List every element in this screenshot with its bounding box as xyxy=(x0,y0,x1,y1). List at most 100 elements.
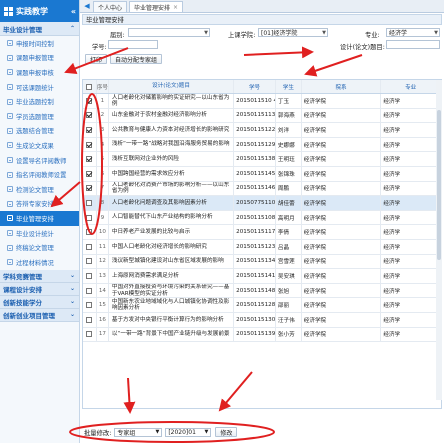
table-row[interactable]: 16 基于方发对中央银行平衡计算行为的影响分析 20150115130 汪子伟 经济学院… xyxy=(83,312,441,328)
row-checkbox-cell[interactable] xyxy=(83,225,97,239)
table-row[interactable]: 13 上海原网消费需求满足分析 20150115141 吴安琪 经济学院 经济学 xyxy=(83,269,441,284)
college-select[interactable]: [01]经济学院 ▼ xyxy=(258,28,328,37)
row-checkbox[interactable] xyxy=(86,243,93,250)
row-major: 经济学 xyxy=(381,327,441,342)
topic-input[interactable] xyxy=(386,40,440,49)
row-checkbox[interactable] xyxy=(86,229,93,236)
row-checkbox-cell[interactable] xyxy=(83,327,97,342)
col-header-major[interactable]: 专业 xyxy=(381,80,441,93)
table-row[interactable]: 6 中国跨国经营的需求效应分析 20150115145 张锦珠 经济学院 经济学 xyxy=(83,166,441,182)
table-row[interactable]: 12 浅议新型城镇化建设对山东省区域发展的影响 20150115134 宫雪莲 经济学院… xyxy=(83,254,441,270)
sidebar-section-course-design[interactable]: 课程设计安排 ⌄ xyxy=(0,282,79,296)
sidebar-item[interactable]: 指名评阅教师设置 xyxy=(0,167,79,182)
tab-scroll-left-icon[interactable]: ◀ xyxy=(83,0,91,12)
table-row[interactable]: 2 山东金融对于农村金融对经济影响分析 20150115113 郭海燕 经济学院 经济学 xyxy=(83,108,441,124)
tab-graduation-arrangement[interactable]: 毕业管理安排 × xyxy=(129,1,184,12)
row-checkbox-cell[interactable] xyxy=(83,94,97,108)
batch-submit-button[interactable]: 修改 xyxy=(215,427,238,437)
sidebar-item[interactable]: 答辩专家安排 xyxy=(0,197,79,212)
row-checkbox-cell[interactable] xyxy=(83,210,97,225)
row-checkbox[interactable] xyxy=(86,258,93,265)
vertical-scrollbar[interactable] xyxy=(436,80,442,400)
row-checkbox[interactable] xyxy=(86,141,93,148)
row-checkbox-cell[interactable] xyxy=(83,239,97,254)
table-row[interactable]: 15 中国新东农业地域域化与人口城镇化协调性及影响因素分析 20150115128 邵… xyxy=(83,298,441,313)
table-row[interactable]: 7 人口老龄化对消费产市场的影响分析——以山东省为例 20150115146 周鹏 经济… xyxy=(83,181,441,197)
sidebar-item[interactable]: 课题申报审核 xyxy=(0,65,79,80)
auto-assign-expert-button[interactable]: 自动分配专家组 xyxy=(110,54,163,64)
menu-item-icon xyxy=(7,113,13,120)
row-checkbox-cell[interactable] xyxy=(83,152,97,166)
sidebar-item[interactable]: 课题申报管理 xyxy=(0,51,79,66)
sidebar-section-graduation[interactable]: 毕业设计管理 ⌃ xyxy=(0,22,79,36)
sidebar-item[interactable]: 过程材料情况 xyxy=(0,255,79,270)
row-checkbox[interactable] xyxy=(86,272,93,279)
row-checkbox-cell[interactable] xyxy=(83,312,97,327)
close-icon[interactable]: × xyxy=(173,4,178,11)
select-all-checkbox-cell[interactable] xyxy=(83,80,97,93)
col-header-dept[interactable]: 院系 xyxy=(302,80,382,93)
sidebar-section-startup-projects[interactable]: 创新创业项目管理 ⌄ xyxy=(0,308,79,322)
expert-group-select[interactable]: 专家组 ▼ xyxy=(114,427,163,437)
row-checkbox[interactable] xyxy=(86,156,93,163)
row-checkbox-cell[interactable] xyxy=(83,137,97,152)
table-row[interactable]: 14 中国对外直接投资与环境污染的关系研究——基于VAR模型的实证分析 201501… xyxy=(83,283,441,299)
row-checkbox[interactable] xyxy=(86,97,93,104)
row-checkbox[interactable] xyxy=(86,316,93,323)
row-checkbox[interactable] xyxy=(86,185,93,192)
row-checkbox[interactable] xyxy=(86,214,93,221)
row-checkbox-cell[interactable] xyxy=(83,108,97,123)
table-row[interactable]: 11 中国人口老龄化对经济增长的影响研究 20150115123 吕晶 经济学院 经济学 xyxy=(83,239,441,255)
sidebar-item[interactable]: 检测论文管理 xyxy=(0,182,79,197)
row-checkbox[interactable] xyxy=(86,126,93,133)
row-checkbox-cell[interactable] xyxy=(83,123,97,137)
collapse-sidebar-icon[interactable]: « xyxy=(71,7,76,16)
table-row[interactable]: 5 浅析互联网对企业外的风险 20150115138 王明珏 经济学院 经济学 xyxy=(83,152,441,167)
tab-personal-center[interactable]: 个人中心 xyxy=(93,1,128,12)
print-button[interactable]: 打印 xyxy=(85,54,108,64)
row-checkbox[interactable] xyxy=(86,331,93,338)
table-row[interactable]: 9 人口智能替代下山东产业结构的影响分析 20150115108 高明月 经济学院 经济学 xyxy=(83,210,441,226)
row-checkbox-cell[interactable] xyxy=(83,298,97,312)
col-header-title[interactable]: 设计(论文)题目 xyxy=(109,80,235,93)
sidebar-section-competition[interactable]: 学科竞赛管理 ⌄ xyxy=(0,269,79,283)
row-checkbox[interactable] xyxy=(86,287,93,294)
table-row[interactable]: 4 浅析“一带一路”战略对我国沿海服务贸易的影响 20150115129 史娜娜 经济学… xyxy=(83,137,441,153)
sidebar-item[interactable]: 学员选题管理 xyxy=(0,109,79,124)
row-checkbox-cell[interactable] xyxy=(83,254,97,269)
sidebar-item[interactable]: 毕业设计统计 xyxy=(0,226,79,241)
row-checkbox-cell[interactable] xyxy=(83,283,97,298)
table-row[interactable]: 8 人口老龄化问题调查及其影响因素分析 20150775110 胡佳蕾 经济学院 经济学 xyxy=(83,196,441,211)
row-checkbox[interactable] xyxy=(86,170,93,177)
row-checkbox-cell[interactable] xyxy=(83,269,97,283)
select-all-checkbox[interactable] xyxy=(86,83,93,90)
row-checkbox-cell[interactable] xyxy=(83,166,97,181)
sidebar-item[interactable]: 可选课题统计 xyxy=(0,80,79,95)
major-select[interactable]: 经济学 ▼ xyxy=(386,28,440,37)
col-header-student-id[interactable]: 学号 xyxy=(234,80,276,93)
sidebar-section-innovation-credits[interactable]: 创新技能学分 ⌄ xyxy=(0,295,79,309)
sidebar-item[interactable]: 终稿论文管理 xyxy=(0,240,79,255)
sidebar-item[interactable]: 申报时间控制 xyxy=(0,36,79,51)
col-header-student[interactable]: 学生 xyxy=(276,80,302,93)
row-checkbox[interactable] xyxy=(86,302,93,309)
table-row[interactable]: 1 人口老龄化对储蓄影响的实证研究—以山东省为例 2015011510 4 丁玉 经济学… xyxy=(83,94,441,109)
sidebar-item[interactable]: 毕业选题控制 xyxy=(0,94,79,109)
batch-edit-bar: 批量修改: 专家组 ▼ [2020]01 ▼ 修改 xyxy=(82,425,442,439)
sidebar-item[interactable]: 生成论文成果 xyxy=(0,138,79,153)
scrollbar-thumb[interactable] xyxy=(437,110,441,260)
col-header-no: 序号 xyxy=(97,80,109,93)
year-select[interactable]: [2020]01 ▼ xyxy=(165,427,212,437)
sidebar-item[interactable]: 选题结合管理 xyxy=(0,124,79,139)
grade-select[interactable]: ▼ xyxy=(128,28,210,37)
row-checkbox[interactable] xyxy=(86,112,93,119)
table-row[interactable]: 17 以“一带一路”背景下中国产业链升级与发展前景 20150115139 张小芳 经济… xyxy=(83,327,441,343)
row-checkbox-cell[interactable] xyxy=(83,181,97,196)
row-checkbox[interactable] xyxy=(86,199,93,206)
sidebar-item[interactable]: 毕业管理安排 xyxy=(0,211,79,226)
table-row[interactable]: 3 公共教育与健康人力资本对经济增长的影响研究 20150115122 刘洋 经济学院经… xyxy=(83,123,441,138)
table-row[interactable]: 10 中日养老产业发展的比较与启示 20150115117 李倩 经济学院 经济学 xyxy=(83,225,441,240)
student-id-input[interactable] xyxy=(108,40,158,49)
row-checkbox-cell[interactable] xyxy=(83,196,97,210)
sidebar-item[interactable]: 设置导名评阅教师 xyxy=(0,153,79,168)
